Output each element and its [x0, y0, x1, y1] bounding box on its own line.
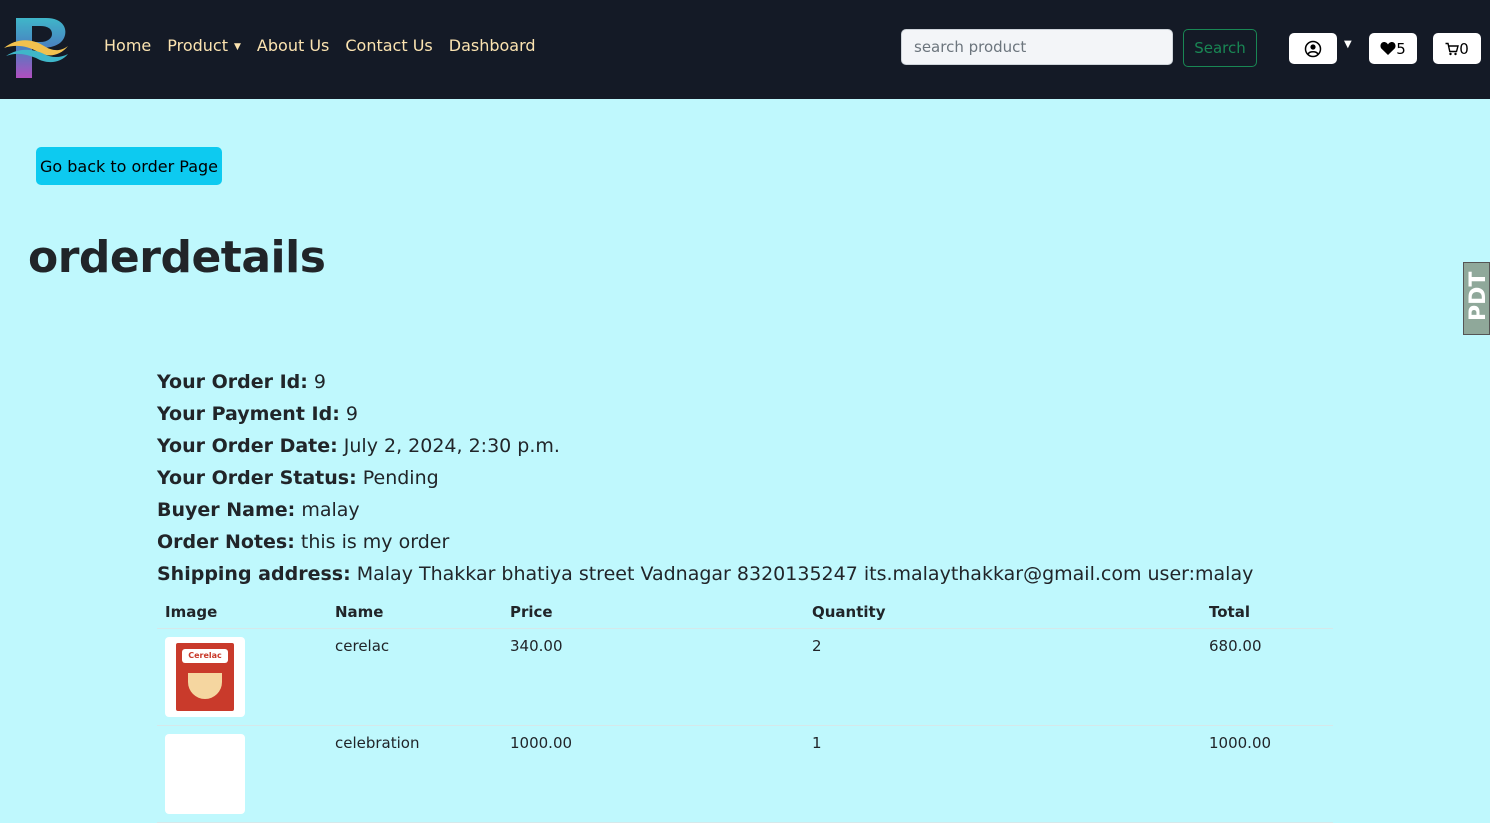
detail-label: Your Order Status:	[157, 467, 357, 489]
detail-value: 9	[313, 371, 326, 393]
navbar: Home Product ▼ About Us Contact Us Dashbo…	[0, 0, 1490, 99]
nav-about-link[interactable]: About Us	[257, 36, 329, 60]
detail-value: 9	[345, 403, 358, 425]
price-cell: 340.00	[502, 628, 804, 726]
brand-logo[interactable]	[2, 14, 72, 82]
column-header-price: Price	[502, 595, 804, 629]
caret-down-icon: ▼	[234, 41, 241, 52]
table-row: Cerelac cerelac 340.00 2 680.00	[157, 628, 1333, 726]
price-cell: 1000.00	[502, 725, 804, 823]
total-cell: 1000.00	[1201, 725, 1333, 823]
wishlist-button[interactable]: 5	[1369, 33, 1417, 64]
order-date-row: Your Order Date: July 2, 2024, 2:30 p.m.	[157, 432, 1253, 464]
order-id-row: Your Order Id: 9	[157, 368, 1253, 400]
name-cell: celebration	[327, 725, 502, 823]
page-title: orderdetails	[28, 232, 326, 283]
back-to-orders-button[interactable]: Go back to order Page	[36, 147, 222, 185]
search-input[interactable]	[901, 29, 1173, 65]
buyer-name-row: Buyer Name: malay	[157, 496, 1253, 528]
search-button[interactable]: Search	[1183, 29, 1257, 67]
nav-contact-link[interactable]: Contact Us	[345, 36, 432, 60]
cart-icon	[1445, 42, 1460, 55]
order-status-row: Your Order Status: Pending	[157, 464, 1253, 496]
user-circle-icon	[1304, 40, 1322, 57]
detail-label: Your Order Id:	[157, 371, 308, 393]
product-image-label: Cerelac	[182, 649, 228, 663]
wishlist-count: 5	[1396, 39, 1406, 58]
detail-value: malay	[301, 499, 360, 521]
total-cell: 680.00	[1201, 628, 1333, 726]
nav-home-link[interactable]: Home	[104, 36, 151, 60]
nav-product-dropdown[interactable]: Product ▼	[167, 36, 241, 60]
payment-id-row: Your Payment Id: 9	[157, 400, 1253, 432]
nav-dashboard-link[interactable]: Dashboard	[449, 36, 536, 60]
quantity-cell: 1	[804, 725, 1201, 823]
name-cell: cerelac	[327, 628, 502, 726]
detail-label: Your Order Date:	[157, 435, 338, 457]
user-account-button[interactable]	[1289, 33, 1337, 64]
detail-label: Order Notes:	[157, 531, 295, 553]
table-header-row: Image Name Price Quantity Total	[157, 595, 1333, 629]
caret-down-icon[interactable]: ▼	[1344, 39, 1352, 50]
detail-value: this is my order	[300, 531, 450, 553]
nav-links: Home Product ▼ About Us Contact Us Dashbo…	[104, 36, 536, 60]
column-header-name: Name	[327, 595, 502, 629]
detail-label: Buyer Name:	[157, 499, 296, 521]
product-pack-graphic: Cerelac	[176, 643, 234, 711]
image-cell: Cerelac	[157, 628, 327, 726]
table-row: celebration 1000.00 1 1000.00	[157, 725, 1333, 823]
order-notes-row: Order Notes: this is my order	[157, 528, 1253, 560]
detail-value: Malay Thakkar bhatiya street Vadnagar 83…	[356, 563, 1254, 585]
cart-count: 0	[1459, 39, 1469, 58]
side-tab[interactable]: PDT	[1463, 262, 1490, 335]
nav-product-label: Product	[167, 36, 228, 55]
column-header-image: Image	[157, 595, 327, 629]
product-image[interactable]	[165, 734, 245, 814]
column-header-quantity: Quantity	[804, 595, 1201, 629]
side-tab-label: PDT	[1466, 271, 1490, 321]
order-items-table: Image Name Price Quantity Total Cerelac …	[157, 595, 1333, 823]
quantity-cell: 2	[804, 628, 1201, 726]
shipping-address-row: Shipping address: Malay Thakkar bhatiya …	[157, 560, 1253, 592]
cart-button[interactable]: 0	[1433, 33, 1481, 64]
detail-label: Shipping address:	[157, 563, 351, 585]
detail-value: July 2, 2024, 2:30 p.m.	[343, 435, 560, 457]
product-image[interactable]: Cerelac	[165, 637, 245, 717]
image-cell	[157, 725, 327, 823]
column-header-total: Total	[1201, 595, 1333, 629]
detail-label: Your Payment Id:	[157, 403, 340, 425]
order-details: Your Order Id: 9 Your Payment Id: 9 Your…	[157, 368, 1253, 592]
bowl-graphic	[188, 673, 222, 699]
heart-icon	[1380, 42, 1396, 55]
detail-value: Pending	[362, 467, 439, 489]
